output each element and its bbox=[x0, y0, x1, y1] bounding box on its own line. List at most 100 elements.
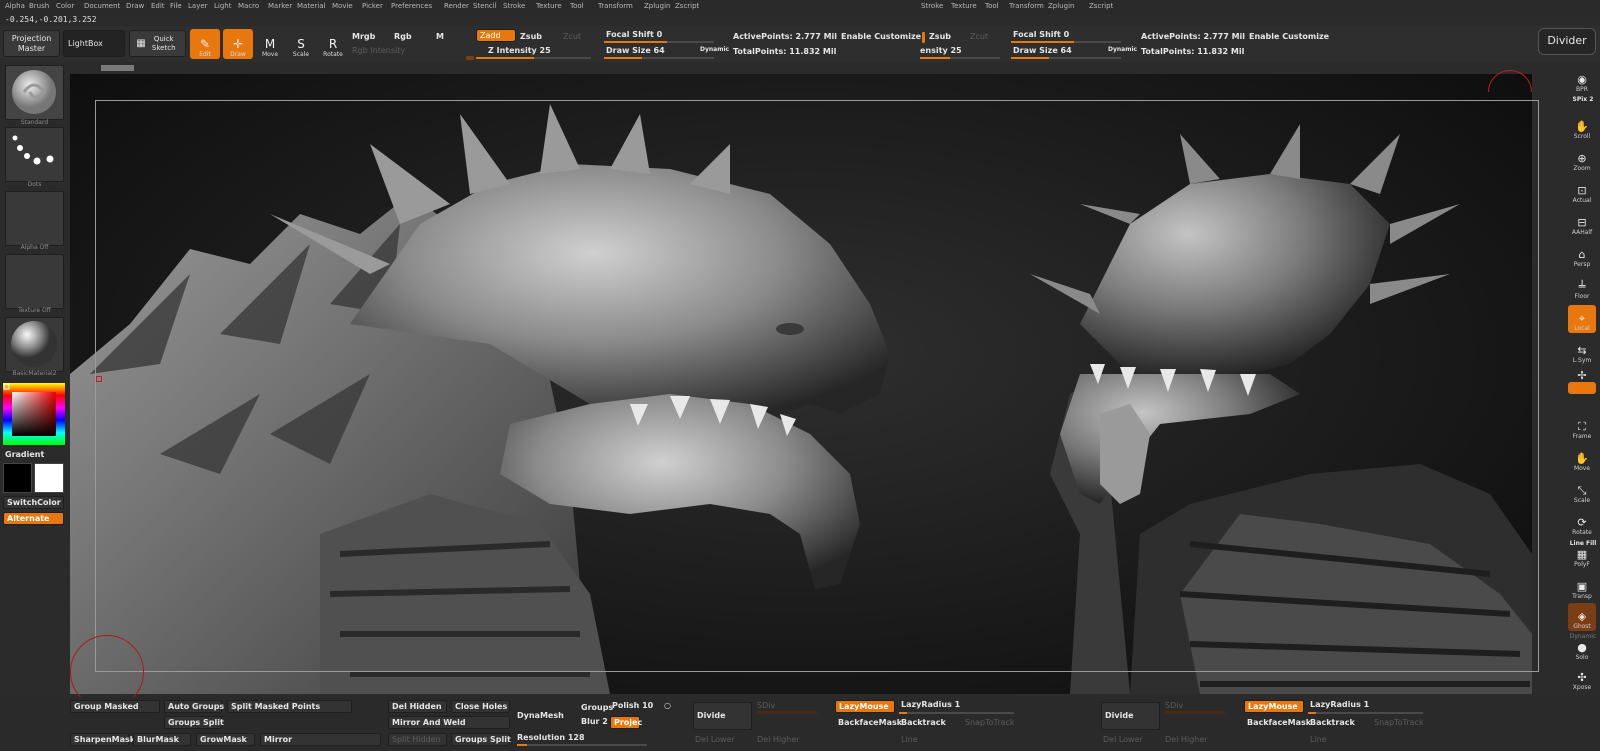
l-sym-button[interactable]: ⇆ L.Sym bbox=[1568, 337, 1596, 365]
menu-zplugin-2[interactable]: Zplugin bbox=[1048, 2, 1074, 10]
bpr-button[interactable]: ◉ BPR bbox=[1568, 66, 1596, 94]
menu-alpha[interactable]: Alpha bbox=[5, 2, 25, 10]
m-toggle[interactable]: M bbox=[436, 32, 444, 41]
floor-button[interactable]: ╧ Floor bbox=[1568, 273, 1596, 301]
line-fill-toggle[interactable]: Line Fill bbox=[1568, 540, 1598, 547]
polish-slider[interactable]: Polish 10 bbox=[612, 701, 653, 710]
gradient-label[interactable]: Gradient bbox=[5, 450, 44, 459]
frame-button[interactable]: ⛶ Frame bbox=[1568, 413, 1596, 441]
snap-to-track-button[interactable]: SnapToTrack bbox=[965, 718, 1014, 727]
mirror-button[interactable]: Mirror bbox=[260, 733, 381, 746]
menu-tool-2[interactable]: Tool bbox=[985, 2, 999, 10]
groups-toggle[interactable]: Groups bbox=[581, 703, 613, 712]
scroll-button[interactable]: ✋ Scroll bbox=[1568, 113, 1596, 141]
zoom-button[interactable]: ⊕ Zoom bbox=[1568, 145, 1596, 173]
rotate-button[interactable]: R Rotate bbox=[318, 29, 348, 59]
menu-zplugin[interactable]: Zplugin bbox=[644, 2, 670, 10]
auto-groups-button[interactable]: Auto Groups bbox=[164, 700, 224, 713]
move-button[interactable]: M Move bbox=[255, 29, 285, 59]
polish-mode-icon[interactable]: ○ bbox=[664, 701, 671, 710]
lazy-radius-slider[interactable]: LazyRadius 1 bbox=[901, 700, 960, 709]
menu-texture-2[interactable]: Texture bbox=[951, 2, 977, 10]
del-lower-button-2[interactable]: Del Lower bbox=[1103, 735, 1143, 744]
menu-tool[interactable]: Tool bbox=[570, 2, 584, 10]
rgb-intensity-slider[interactable]: Rgb Intensity bbox=[352, 46, 405, 55]
symmetry-axis-indicator[interactable] bbox=[1568, 382, 1596, 394]
brush-thumbnail[interactable] bbox=[5, 65, 64, 120]
scale-button[interactable]: ⤡ Scale bbox=[1568, 477, 1596, 505]
persp-button[interactable]: ⌂ Persp bbox=[1568, 241, 1596, 269]
lazy-mouse-button[interactable]: LazyMouse bbox=[835, 700, 895, 713]
menu-preferences[interactable]: Preferences bbox=[391, 2, 432, 10]
split-hidden-button[interactable]: Split Hidden bbox=[388, 733, 447, 746]
menu-file[interactable]: File bbox=[170, 2, 182, 10]
menu-zscript-2[interactable]: Zscript bbox=[1089, 2, 1113, 10]
menu-stroke[interactable]: Stroke bbox=[503, 2, 525, 10]
resolution-slider[interactable]: Resolution 128 bbox=[517, 733, 585, 742]
blur-slider[interactable]: Blur 2 bbox=[581, 717, 608, 726]
alpha-thumbnail[interactable] bbox=[5, 191, 64, 246]
sdiv-slider-2[interactable]: SDiv bbox=[1165, 701, 1183, 710]
menu-picker[interactable]: Picker bbox=[362, 2, 383, 10]
backtrack-button-2[interactable]: Backtrack bbox=[1310, 718, 1355, 727]
dynamic-toggle-2[interactable]: Dynamic bbox=[1108, 46, 1137, 53]
mirror-and-weld-button[interactable]: Mirror And Weld bbox=[388, 716, 510, 729]
divide-button-2[interactable]: Divide bbox=[1101, 702, 1160, 730]
aahalf-button[interactable]: ⊟ AAHalf bbox=[1568, 209, 1596, 237]
menu-stencil[interactable]: Stencil bbox=[473, 2, 497, 10]
draw-size-slider[interactable]: Draw Size 64 bbox=[606, 46, 665, 55]
menu-light[interactable]: Light bbox=[214, 2, 231, 10]
zadd-button[interactable]: Zadd bbox=[476, 29, 516, 42]
color-picker[interactable] bbox=[3, 383, 65, 445]
focal-shift-slider[interactable]: Focal Shift 0 bbox=[606, 30, 662, 39]
material-thumbnail[interactable] bbox=[5, 317, 64, 372]
xpose-button[interactable]: ✣ Xpose bbox=[1568, 664, 1596, 692]
divider-button[interactable]: Divider bbox=[1538, 28, 1596, 55]
edit-button[interactable]: ✎ Edit bbox=[190, 29, 220, 59]
line-button-2[interactable]: Line bbox=[1310, 735, 1327, 744]
del-hidden-button[interactable]: Del Hidden bbox=[388, 700, 447, 713]
groups-split-button-2[interactable]: Groups Split bbox=[451, 733, 511, 746]
horizontal-scroll-handle[interactable] bbox=[101, 65, 134, 71]
secondary-color-swatch[interactable] bbox=[34, 463, 64, 493]
del-higher-button[interactable]: Del Higher bbox=[757, 735, 799, 744]
enable-customize-button[interactable]: Enable Customize bbox=[841, 32, 921, 41]
alternate-button[interactable]: Alternate bbox=[3, 512, 64, 525]
del-higher-button-2[interactable]: Del Higher bbox=[1165, 735, 1207, 744]
scale-button[interactable]: S Scale bbox=[286, 29, 316, 59]
sharpen-mask-button[interactable]: SharpenMask bbox=[70, 733, 135, 746]
lazy-radius-slider-2[interactable]: LazyRadius 1 bbox=[1310, 700, 1369, 709]
close-holes-button[interactable]: Close Holes bbox=[451, 700, 510, 713]
draw-size-slider-2[interactable]: Draw Size 64 bbox=[1013, 46, 1072, 55]
z-intensity-slider[interactable]: Z Intensity 25 bbox=[488, 46, 551, 55]
menu-draw[interactable]: Draw bbox=[126, 2, 144, 10]
menu-layer[interactable]: Layer bbox=[188, 2, 208, 10]
split-masked-points-button[interactable]: Split Masked Points bbox=[227, 700, 352, 713]
menu-render[interactable]: Render bbox=[444, 2, 469, 10]
rotate-button[interactable]: ⟳ Rotate bbox=[1568, 509, 1596, 537]
menu-movie[interactable]: Movie bbox=[332, 2, 353, 10]
lightbox-button[interactable]: LightBox bbox=[63, 30, 125, 57]
spix-slider[interactable]: SPix 2 bbox=[1568, 96, 1598, 103]
lazy-mouse-button-2[interactable]: LazyMouse bbox=[1244, 700, 1304, 713]
texture-thumbnail[interactable] bbox=[5, 254, 64, 309]
move-button[interactable]: ✋ Move bbox=[1568, 445, 1596, 473]
transp-button[interactable]: ▣ Transp bbox=[1568, 573, 1596, 601]
switch-color-button[interactable]: SwitchColor bbox=[3, 496, 64, 509]
dynamic-toggle[interactable]: Dynamic bbox=[700, 46, 729, 53]
zcut-toggle-2[interactable]: Zcut bbox=[970, 32, 988, 41]
menu-stroke-2[interactable]: Stroke bbox=[921, 2, 943, 10]
snap-to-track-button-2[interactable]: SnapToTrack bbox=[1374, 718, 1423, 727]
enable-customize-button-2[interactable]: Enable Customize bbox=[1249, 32, 1329, 41]
actual-button[interactable]: ⊡ Actual bbox=[1568, 177, 1596, 205]
menu-transform-2[interactable]: Transform bbox=[1009, 2, 1044, 10]
menu-marker[interactable]: Marker bbox=[268, 2, 292, 10]
menu-brush[interactable]: Brush bbox=[29, 2, 49, 10]
zsub-toggle[interactable]: Zsub bbox=[520, 32, 542, 41]
project-toggle[interactable]: Projec bbox=[610, 716, 642, 729]
z-intensity-slider-2[interactable]: ensity 25 bbox=[920, 46, 962, 55]
local-button[interactable]: ⌖ Local bbox=[1568, 305, 1596, 333]
menu-texture[interactable]: Texture bbox=[536, 2, 562, 10]
zcut-toggle[interactable]: Zcut bbox=[563, 32, 581, 41]
draw-button[interactable]: ✛ Draw bbox=[223, 29, 253, 59]
